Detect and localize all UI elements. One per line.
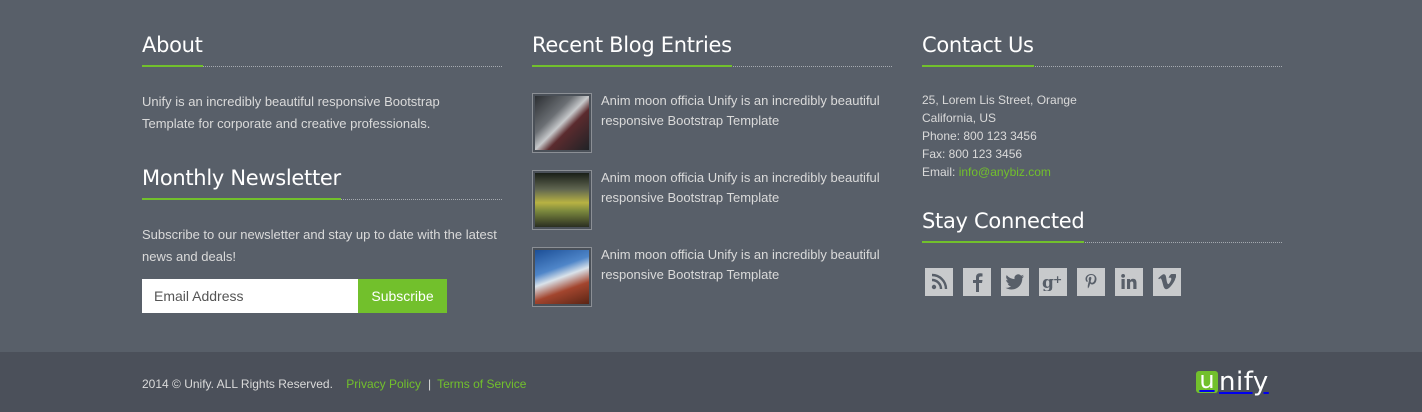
address-line-1: 25, Lorem Lis Street, Orange [922, 93, 1077, 107]
twitter-icon[interactable] [1001, 268, 1029, 296]
blog-entry-link[interactable]: Anim moon officia Unify is an incredibly… [601, 168, 891, 208]
blog-entry: Anim moon officia Unify is an incredibly… [532, 93, 892, 170]
logo-mark: u [1196, 368, 1218, 393]
newsletter-form: Subscribe [142, 279, 447, 313]
social-title: Stay Connected [922, 206, 1085, 243]
unify-logo[interactable]: u nify [1196, 367, 1269, 400]
blog-entry: Anim moon officia Unify is an incredibly… [532, 247, 892, 324]
email-address-input[interactable] [142, 279, 358, 313]
subscribe-button[interactable]: Subscribe [358, 279, 447, 313]
about-title: About [142, 30, 203, 67]
terms-of-service-link[interactable]: Terms of Service [437, 377, 526, 391]
copyright-bar: 2014 © Unify. ALL Rights Reserved. Priva… [142, 377, 526, 391]
blog-thumbnail[interactable] [532, 93, 592, 153]
blog-image [535, 250, 589, 304]
address-line-2: California, US [922, 111, 997, 125]
about-text: Unify is an incredibly beautiful respons… [142, 94, 440, 131]
social-icons: g + [925, 268, 1191, 296]
fax-line: Fax: 800 123 3456 [922, 147, 1023, 161]
vimeo-icon[interactable] [1153, 268, 1181, 296]
contact-column: Contact Us 25, Lorem Lis Street, Orange … [922, 30, 1282, 296]
contact-title: Contact Us [922, 30, 1034, 67]
blog-entry: Anim moon officia Unify is an incredibly… [532, 170, 892, 247]
contact-address: 25, Lorem Lis Street, Orange California,… [922, 91, 1077, 181]
blog-entry-link[interactable]: Anim moon officia Unify is an incredibly… [601, 245, 891, 285]
linkedin-icon[interactable] [1115, 268, 1143, 296]
rss-icon[interactable] [925, 268, 953, 296]
svg-text:+: + [1053, 273, 1062, 286]
blog-image [535, 173, 589, 227]
blog-list: Anim moon officia Unify is an incredibly… [532, 93, 892, 324]
blog-image [535, 96, 589, 150]
google-plus-icon[interactable]: g + [1039, 268, 1067, 296]
pinterest-icon[interactable] [1077, 268, 1105, 296]
copyright-text: 2014 © Unify. ALL Rights Reserved. [142, 377, 333, 391]
newsletter-text: Subscribe to our newsletter and stay up … [142, 227, 497, 264]
blog-thumbnail[interactable] [532, 247, 592, 307]
blog-title: Recent Blog Entries [532, 30, 732, 67]
blog-column: Recent Blog Entries Anim moon officia Un… [532, 30, 892, 307]
about-heading: About [142, 30, 502, 67]
email-link[interactable]: info@anybiz.com [959, 165, 1051, 179]
email-line: Email: info@anybiz.com [922, 163, 1077, 181]
phone-line: Phone: 800 123 3456 [922, 129, 1037, 143]
blog-thumbnail[interactable] [532, 170, 592, 230]
about-column: About Unify is an incredibly beautiful r… [142, 30, 502, 313]
social-heading: Stay Connected [922, 206, 1282, 243]
blog-heading: Recent Blog Entries [532, 30, 892, 67]
footer-main: About Unify is an incredibly beautiful r… [0, 0, 1422, 352]
email-label: Email: [922, 165, 956, 179]
logo-text: nify [1219, 367, 1269, 397]
link-separator: | [427, 377, 432, 391]
blog-entry-link[interactable]: Anim moon officia Unify is an incredibly… [601, 91, 891, 131]
facebook-icon[interactable] [963, 268, 991, 296]
newsletter-heading: Monthly Newsletter [142, 163, 502, 200]
contact-heading: Contact Us [922, 30, 1282, 67]
privacy-policy-link[interactable]: Privacy Policy [346, 377, 421, 391]
newsletter-title: Monthly Newsletter [142, 163, 341, 200]
